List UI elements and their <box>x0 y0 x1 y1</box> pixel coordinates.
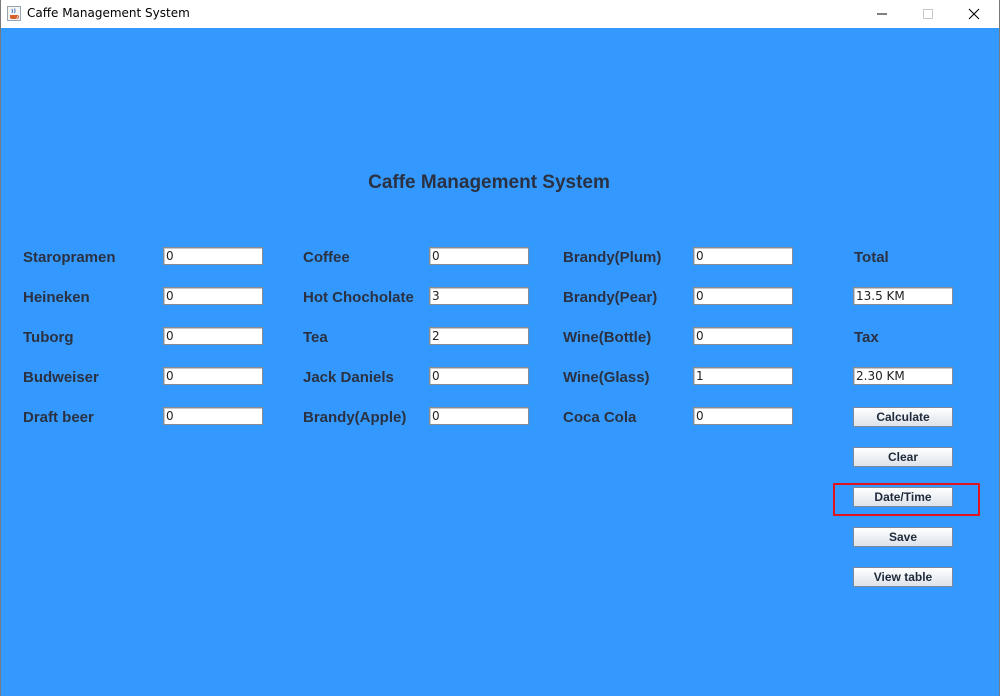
qty-field-wine-bottle[interactable]: 0 <box>693 327 793 345</box>
item-label-tuborg: Tuborg <box>23 329 74 346</box>
close-icon <box>968 8 980 20</box>
item-label-brandy-plum: Brandy(Plum) <box>563 249 662 266</box>
view-table-button[interactable]: View table <box>853 567 953 587</box>
item-label-tea: Tea <box>303 329 328 346</box>
highlight-box <box>833 483 980 516</box>
tax-field[interactable]: 2.30 KM <box>853 367 953 385</box>
page-title: Caffe Management System <box>368 172 610 193</box>
qty-field-wine-glass[interactable]: 1 <box>693 367 793 385</box>
app-window: Caffe Management System Caffe Management… <box>0 0 1000 696</box>
item-label-hot-chocolate: Hot Chocholate <box>303 289 414 306</box>
item-label-heineken: Heineken <box>23 289 90 306</box>
item-label-brandy-pear: Brandy(Pear) <box>563 289 658 306</box>
clear-button[interactable]: Clear <box>853 447 953 467</box>
total-field[interactable]: 13.5 KM <box>853 287 953 305</box>
qty-field-brandy-apple[interactable]: 0 <box>429 407 529 425</box>
qty-field-coffee[interactable]: 0 <box>429 247 529 265</box>
qty-field-tea[interactable]: 2 <box>429 327 529 345</box>
save-button[interactable]: Save <box>853 527 953 547</box>
total-label: Total <box>854 249 889 266</box>
maximize-icon <box>923 9 933 19</box>
item-label-coca-cola: Coca Cola <box>563 409 637 426</box>
window-title: Caffe Management System <box>27 6 190 20</box>
java-cup-icon <box>7 6 21 21</box>
qty-field-brandy-pear[interactable]: 0 <box>693 287 793 305</box>
qty-field-staropramen[interactable]: 0 <box>163 247 263 265</box>
title-bar[interactable]: Caffe Management System <box>1 0 999 29</box>
qty-field-draft-beer[interactable]: 0 <box>163 407 263 425</box>
maximize-button[interactable] <box>905 0 951 28</box>
item-label-wine-glass: Wine(Glass) <box>563 369 650 386</box>
qty-field-jack-daniels[interactable]: 0 <box>429 367 529 385</box>
item-label-jack-daniels: Jack Daniels <box>303 369 394 386</box>
qty-field-tuborg[interactable]: 0 <box>163 327 263 345</box>
tax-label: Tax <box>854 329 879 346</box>
qty-field-hot-chocolate[interactable]: 3 <box>429 287 529 305</box>
minimize-button[interactable] <box>859 0 905 28</box>
main-panel: Caffe Management System Staropramen 0 He… <box>1 28 999 696</box>
item-label-coffee: Coffee <box>303 249 350 266</box>
calculate-button[interactable]: Calculate <box>853 407 953 427</box>
item-label-staropramen: Staropramen <box>23 249 116 266</box>
item-label-brandy-apple: Brandy(Apple) <box>303 409 407 426</box>
item-label-budweiser: Budweiser <box>23 369 99 386</box>
item-label-draft-beer: Draft beer <box>23 409 94 426</box>
qty-field-budweiser[interactable]: 0 <box>163 367 263 385</box>
close-button[interactable] <box>951 0 997 28</box>
qty-field-brandy-plum[interactable]: 0 <box>693 247 793 265</box>
minimize-icon <box>877 13 887 15</box>
qty-field-heineken[interactable]: 0 <box>163 287 263 305</box>
item-label-wine-bottle: Wine(Bottle) <box>563 329 652 346</box>
qty-field-coca-cola[interactable]: 0 <box>693 407 793 425</box>
